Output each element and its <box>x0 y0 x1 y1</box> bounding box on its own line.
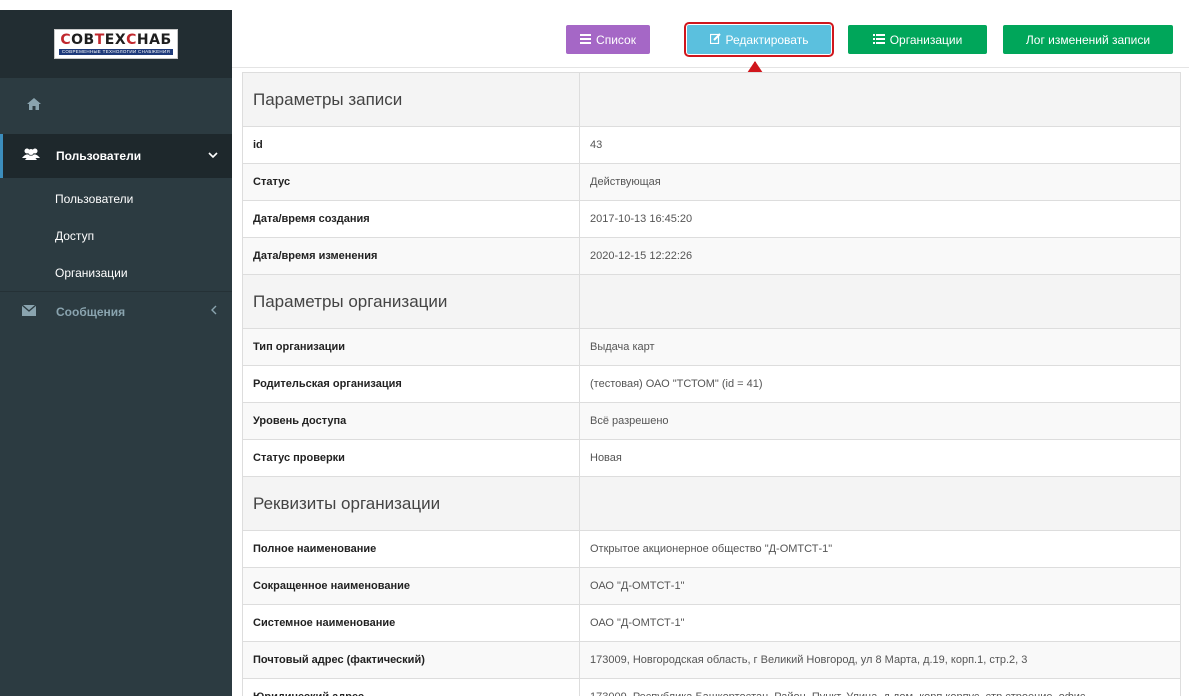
section-header: Параметры организации <box>242 274 1181 329</box>
table-row: Дата/время изменения 2020-12-15 12:22:26 <box>242 237 1181 275</box>
field-value: Выдача карт <box>579 328 1181 366</box>
button-label: Редактировать <box>725 32 809 47</box>
change-log-button[interactable]: Лог изменений записи <box>1003 25 1173 54</box>
logo-area: СОВТЕХСНАБ СОВРЕМЕННЫЕ ТЕХНОЛОГИИ СНАБЖЕ… <box>0 10 232 78</box>
logo-text: СОВТЕХСНАБ <box>60 33 171 48</box>
field-label: Дата/время изменения <box>242 237 580 275</box>
field-value: 173009, Новгородская область, г Великий … <box>579 641 1181 679</box>
submenu-item-organizations[interactable]: Организации <box>0 254 232 291</box>
users-icon <box>22 147 40 165</box>
table-row: Почтовый адрес (фактический) 173009, Нов… <box>242 641 1181 679</box>
table-row: Статус проверки Новая <box>242 439 1181 477</box>
envelope-icon <box>21 304 40 319</box>
bars-icon <box>580 33 592 47</box>
submenu-label: Организации <box>55 265 128 280</box>
field-label: Родительская организация <box>242 365 580 403</box>
button-label: Лог изменений записи <box>1025 32 1151 47</box>
table-row: Юридический адрес 173009, Республика Баш… <box>242 678 1181 696</box>
home-icon <box>26 97 42 116</box>
table-row: Статус Действующая <box>242 163 1181 201</box>
logo-letter: Т <box>94 32 105 48</box>
field-value: (тестовая) ОАО "ТСТОМ" (id = 41) <box>579 365 1181 403</box>
chevron-left-icon <box>210 305 218 318</box>
section-header: Параметры записи <box>242 72 1181 127</box>
section-title: Реквизиты организации <box>242 476 580 531</box>
edit-button[interactable]: Редактировать <box>684 22 834 57</box>
submenu-item-users[interactable]: Пользователи <box>0 180 232 217</box>
field-label: Тип организации <box>242 328 580 366</box>
sidebar-item-label: Сообщения <box>56 304 126 319</box>
field-label: Дата/время создания <box>242 200 580 238</box>
sidebar-item-home[interactable] <box>0 78 232 134</box>
sidebar-item-users[interactable]: Пользователи <box>0 134 232 178</box>
logo-letter: С <box>60 32 72 48</box>
section-empty <box>579 72 1181 127</box>
logo-letter: ОВ <box>71 32 95 48</box>
field-value: 173009, Республика Башкортостан, Район, … <box>579 678 1181 696</box>
field-value: 43 <box>579 126 1181 164</box>
submenu-label: Пользователи <box>55 191 134 206</box>
users-submenu: Пользователи Доступ Организации <box>0 178 232 291</box>
table-row: id 43 <box>242 126 1181 164</box>
table-row: Родительская организация (тестовая) ОАО … <box>242 365 1181 403</box>
sidebar: СОВТЕХСНАБ СОВРЕМЕННЫЕ ТЕХНОЛОГИИ СНАБЖЕ… <box>0 10 232 696</box>
field-value: Новая <box>579 439 1181 477</box>
field-label: Полное наименование <box>242 530 580 568</box>
button-label: Организации <box>889 32 963 47</box>
submenu-item-access[interactable]: Доступ <box>0 217 232 254</box>
sidebar-item-label: Пользователи <box>56 149 142 163</box>
field-label: Уровень доступа <box>242 402 580 440</box>
field-value: ОАО "Д-ОМТСТ-1" <box>579 604 1181 642</box>
top-gap <box>0 0 1189 10</box>
section-header: Реквизиты организации <box>242 476 1181 531</box>
table-row: Дата/время создания 2017-10-13 16:45:20 <box>242 200 1181 238</box>
field-value: Открытое акционерное общество "Д-ОМТСТ-1… <box>579 530 1181 568</box>
field-value: Всё разрешено <box>579 402 1181 440</box>
list-icon <box>872 33 885 47</box>
list-button[interactable]: Список <box>566 25 650 54</box>
table-row: Сокращенное наименование ОАО "Д-ОМТСТ-1" <box>242 567 1181 605</box>
field-label: Статус <box>242 163 580 201</box>
section-title: Параметры организации <box>242 274 580 329</box>
logo-letter: С <box>126 32 137 48</box>
field-value: 2017-10-13 16:45:20 <box>579 200 1181 238</box>
field-label: Сокращенное наименование <box>242 567 580 605</box>
logo-subtitle: СОВРЕМЕННЫЕ ТЕХНОЛОГИИ СНАБЖЕНИЯ <box>58 49 174 55</box>
toolbar: Список Редактировать Организации Лог изм… <box>232 10 1189 68</box>
section-empty <box>579 274 1181 329</box>
edit-icon <box>709 32 721 47</box>
field-label: Почтовый адрес (фактический) <box>242 641 580 679</box>
field-value: Действующая <box>579 163 1181 201</box>
field-label: Юридический адрес <box>242 678 580 696</box>
submenu-label: Доступ <box>55 228 95 243</box>
sidebar-item-messages[interactable]: Сообщения <box>0 291 232 331</box>
table-row: Тип организации Выдача карт <box>242 328 1181 366</box>
chevron-down-icon <box>208 150 218 162</box>
table-row: Уровень доступа Всё разрешено <box>242 402 1181 440</box>
organizations-button[interactable]: Организации <box>848 25 987 54</box>
field-label: Системное наименование <box>242 604 580 642</box>
field-label: id <box>242 126 580 164</box>
field-value: 2020-12-15 12:22:26 <box>579 237 1181 275</box>
record-details: Параметры записи id 43 Статус Действующа… <box>242 72 1189 696</box>
field-label: Статус проверки <box>242 439 580 477</box>
table-row: Системное наименование ОАО "Д-ОМТСТ-1" <box>242 604 1181 642</box>
field-value: ОАО "Д-ОМТСТ-1" <box>579 567 1181 605</box>
logo-letter: НАБ <box>136 32 172 48</box>
table-row: Полное наименование Открытое акционерное… <box>242 530 1181 568</box>
section-title: Параметры записи <box>242 72 580 127</box>
button-label: Список <box>596 32 636 47</box>
section-empty <box>579 476 1181 531</box>
logo[interactable]: СОВТЕХСНАБ СОВРЕМЕННЫЕ ТЕХНОЛОГИИ СНАБЖЕ… <box>54 29 178 59</box>
logo-letter: ЕХ <box>104 32 127 48</box>
record-table: Параметры записи id 43 Статус Действующа… <box>242 72 1181 696</box>
